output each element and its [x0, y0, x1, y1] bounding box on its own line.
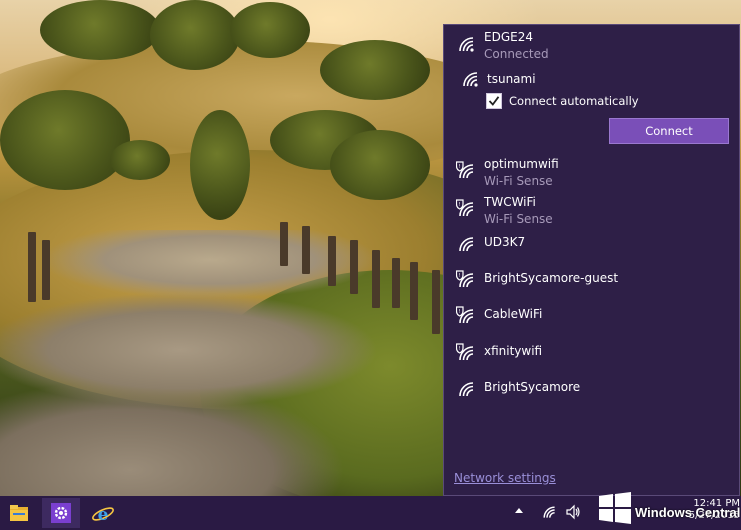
taskbar-file-explorer[interactable]	[0, 498, 38, 528]
network-status: Wi-Fi Sense	[484, 174, 553, 188]
network-name: UD3K7	[484, 235, 526, 249]
network-name: optimumwifi	[484, 157, 559, 171]
watermark-text: Windows Central	[635, 505, 741, 520]
windows-logo-icon	[599, 492, 631, 524]
wallpaper-tree	[150, 0, 240, 70]
network-name: CableWiFi	[484, 307, 543, 321]
network-name: BrightSycamore	[484, 380, 581, 394]
wallpaper-tree	[0, 90, 130, 190]
secured-wifi-signal-icon: !	[456, 306, 474, 324]
volume-icon[interactable]	[565, 504, 581, 520]
wifi-signal-icon	[459, 382, 474, 397]
svg-text:e: e	[98, 505, 109, 525]
secured-wifi-signal-icon: !	[456, 161, 474, 179]
network-name: TWCWiFi	[484, 195, 536, 209]
network-item[interactable]: UD3K7	[444, 226, 741, 262]
network-item[interactable]: ! BrightSycamore-guest	[444, 262, 741, 298]
wallpaper-tree	[320, 40, 430, 100]
svg-text:!: !	[459, 164, 461, 170]
wallpaper-tree	[40, 0, 160, 60]
wifi-tray-icon[interactable]	[541, 504, 557, 520]
svg-text:!: !	[459, 273, 461, 279]
connect-button[interactable]: Connect	[609, 118, 729, 144]
wallpaper-tree	[230, 2, 310, 58]
secured-wifi-signal-icon: !	[456, 199, 474, 217]
wallpaper-path	[0, 230, 430, 496]
network-item[interactable]: ! CableWiFi	[444, 298, 741, 334]
wifi-signal-icon	[459, 37, 474, 52]
network-item[interactable]: ! optimumwifi Wi-Fi Sense	[444, 155, 741, 191]
fence-post	[28, 232, 36, 302]
network-status: Wi-Fi Sense	[484, 212, 553, 226]
network-item[interactable]: ! xfinitywifi	[444, 335, 741, 371]
svg-text:!: !	[459, 346, 461, 352]
wifi-flyout: EDGE24 Connected tsunami Connect automat…	[443, 24, 740, 496]
network-settings-link[interactable]: Network settings	[454, 471, 556, 485]
wallpaper-tree	[330, 130, 430, 200]
wallpaper-tree	[110, 140, 170, 180]
secured-wifi-signal-icon: !	[456, 343, 474, 361]
fence-post	[42, 240, 50, 300]
file-explorer-icon	[10, 505, 28, 521]
fence-post	[350, 240, 358, 294]
network-item[interactable]: EDGE24 Connected	[444, 28, 741, 64]
network-status: Connected	[484, 47, 549, 61]
fence-post	[392, 258, 400, 308]
network-item[interactable]: BrightSycamore	[444, 371, 741, 407]
wifi-signal-icon	[459, 237, 474, 252]
fence-post	[302, 226, 310, 274]
svg-text:!: !	[459, 309, 461, 315]
watermark: Windows Central	[595, 490, 741, 526]
fence-post	[372, 250, 380, 308]
taskbar-settings[interactable]	[42, 498, 80, 528]
chevron-up-icon[interactable]	[513, 504, 525, 518]
fence-post	[328, 236, 336, 286]
checkmark-icon	[488, 96, 500, 106]
internet-explorer-icon: e	[92, 505, 114, 525]
network-name: tsunami	[487, 72, 536, 86]
fence-post	[280, 222, 288, 266]
svg-text:!: !	[459, 202, 461, 208]
network-name: xfinitywifi	[484, 344, 543, 358]
connect-automatically-row[interactable]: Connect automatically	[486, 92, 716, 110]
wifi-signal-icon	[463, 72, 478, 87]
network-name: BrightSycamore-guest	[484, 271, 619, 285]
settings-icon	[51, 503, 71, 523]
fence-post	[410, 262, 418, 320]
network-item[interactable]: ! TWCWiFi Wi-Fi Sense	[444, 193, 741, 229]
network-name: EDGE24	[484, 30, 533, 44]
connect-automatically-label: Connect automatically	[509, 94, 639, 108]
connect-automatically-checkbox[interactable]	[486, 93, 502, 109]
wallpaper-tree	[190, 110, 250, 220]
secured-wifi-signal-icon: !	[456, 270, 474, 288]
taskbar-internet-explorer[interactable]: e	[84, 498, 122, 528]
fence-post	[432, 270, 440, 334]
